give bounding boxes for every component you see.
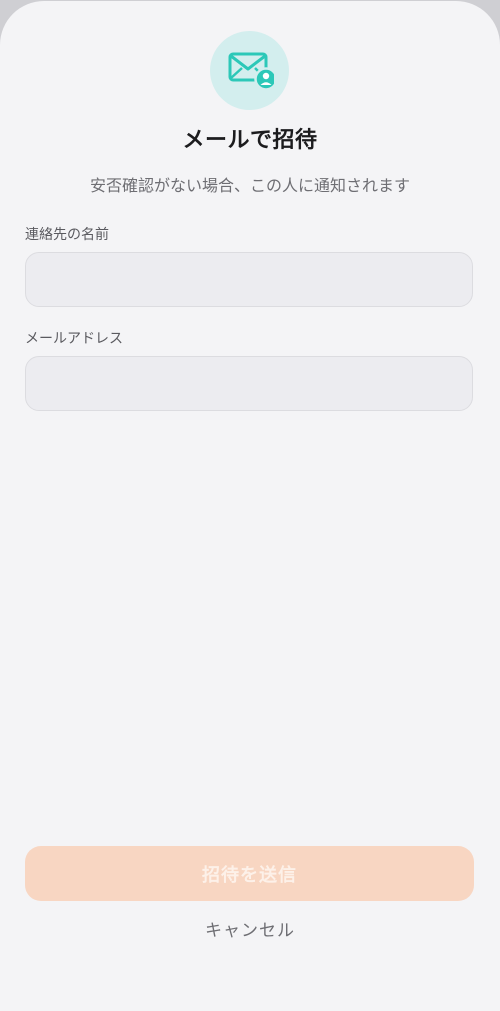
email-label: メールアドレス [25,331,123,347]
invite-sheet: メールで招待 安否確認がない場合、この人に通知されます 連絡先の名前 メールアド… [0,1,500,1011]
email-input[interactable] [25,356,473,411]
mail-person-icon [210,31,289,110]
contact-name-input[interactable] [25,252,473,307]
page-title: メールで招待 [182,128,318,153]
cancel-button[interactable]: キャンセル [150,911,350,945]
contact-name-label: 連絡先の名前 [25,227,109,243]
send-invite-button[interactable]: 招待を送信 [25,846,474,901]
page-subtitle: 安否確認がない場合、この人に通知されます [89,176,410,195]
